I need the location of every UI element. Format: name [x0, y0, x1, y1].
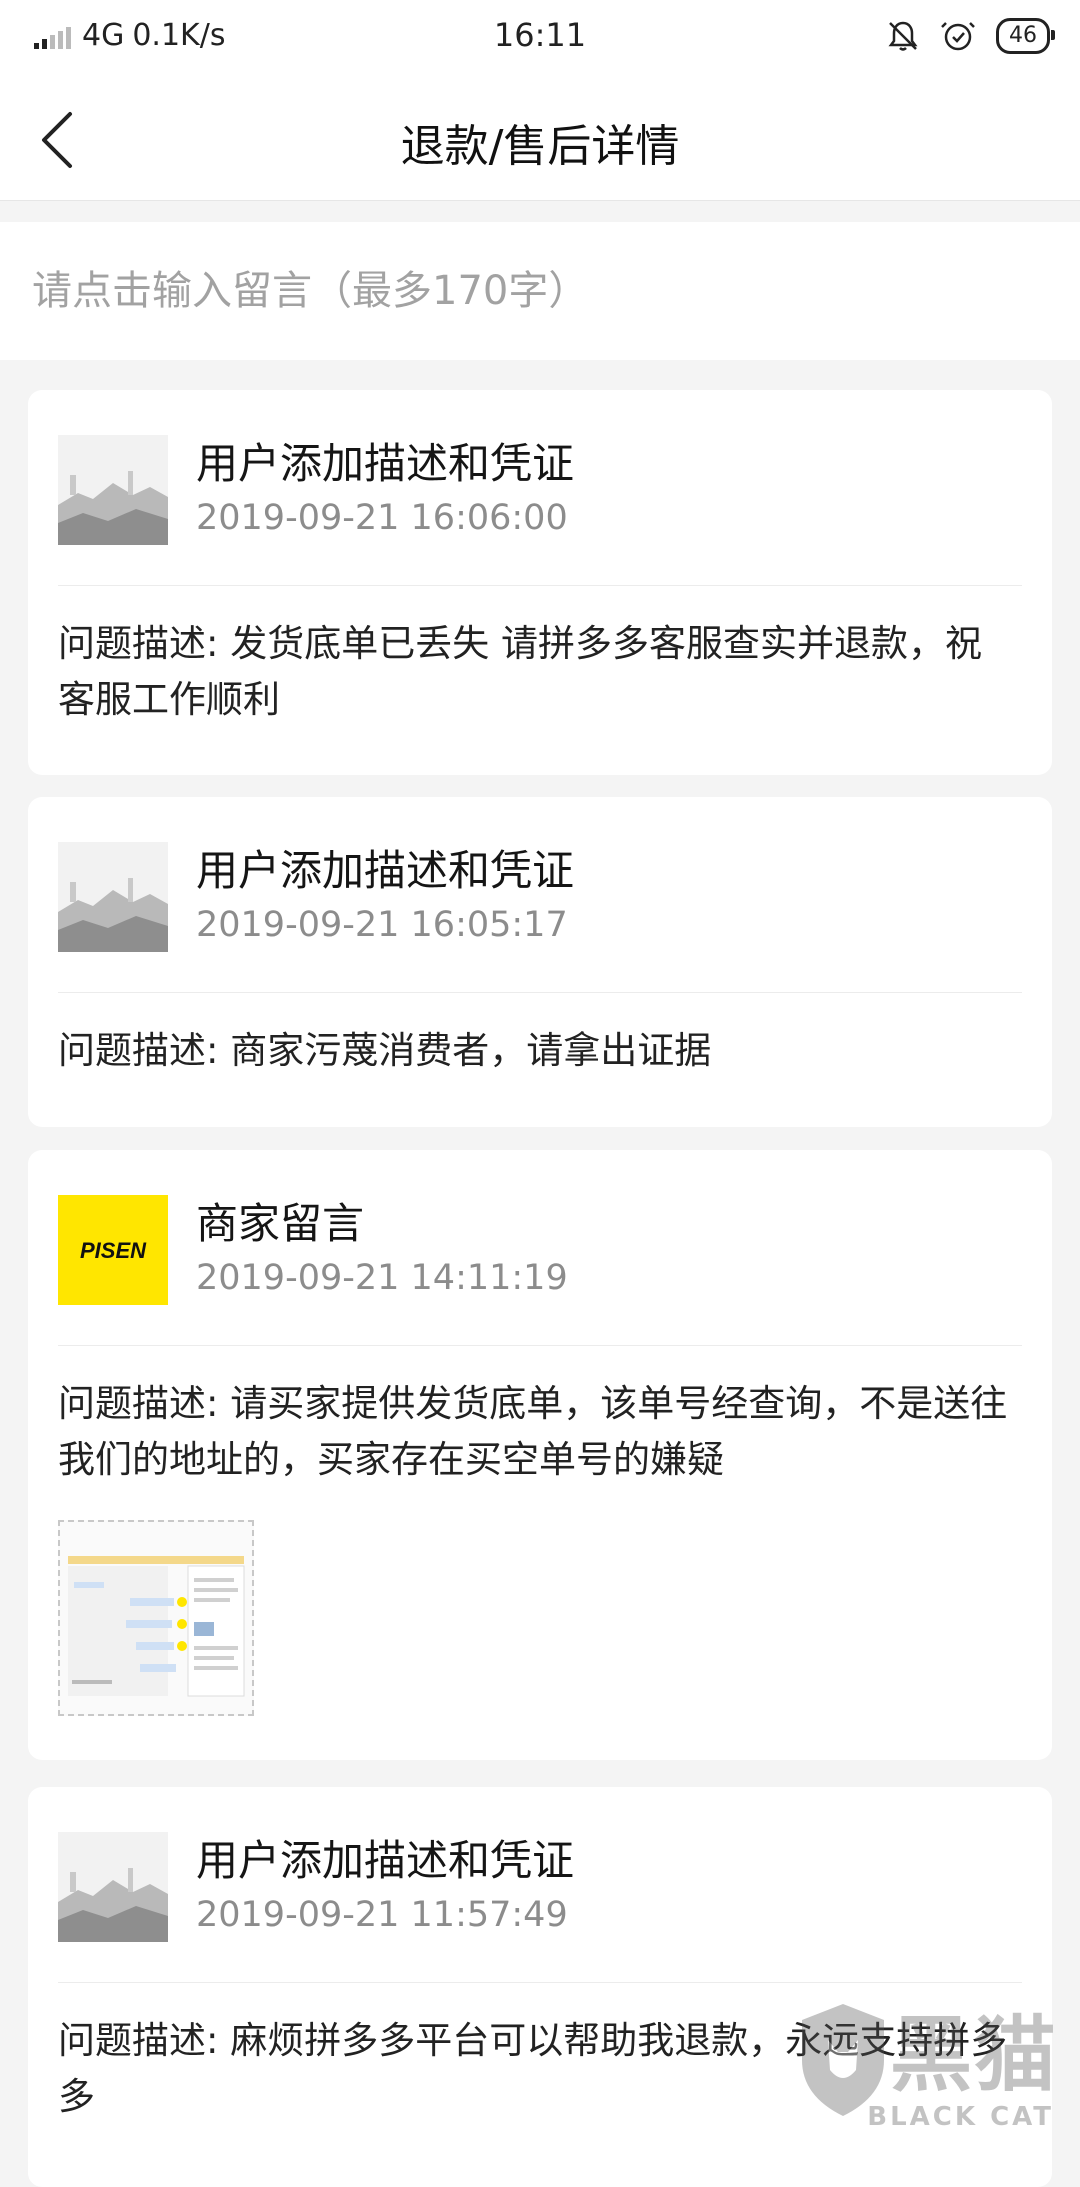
alarm-icon — [941, 22, 975, 51]
merchant-logo: PISEN — [58, 1195, 168, 1305]
watermark-title: 黑猫 — [889, 2008, 1058, 2103]
status-bar: 4G 0.1K/s 16:11 46 — [0, 0, 1080, 80]
divider — [58, 992, 1022, 993]
message-input[interactable] — [30, 258, 1034, 324]
entry-description: 问题描述: 发货底单已丢失 请拼多多客服查实并退款，祝客服工作顺利 — [58, 622, 982, 721]
watermark-subtitle: BLACK CAT — [867, 2102, 1054, 2132]
history-card: 用户添加描述和凭证 2019-09-21 16:05:17 问题描述: 商家污蔑… — [28, 797, 1052, 1127]
bell-muted-icon — [888, 21, 918, 51]
card-header: 用户添加描述和凭证 2019-09-21 16:05:17 — [28, 797, 1052, 992]
card-header: 用户添加描述和凭证 2019-09-21 16:06:00 — [28, 390, 1052, 585]
entry-time: 2019-09-21 14:11:19 — [196, 1258, 568, 1298]
entry-time: 2019-09-21 11:57:49 — [196, 1895, 568, 1935]
user-avatar — [58, 842, 168, 952]
divider — [58, 1345, 1022, 1346]
entry-title: 商家留言 — [196, 1199, 365, 1248]
entry-title: 用户添加描述和凭证 — [196, 846, 575, 895]
entry-time: 2019-09-21 16:05:17 — [196, 905, 568, 945]
card-header: 用户添加描述和凭证 2019-09-21 11:57:49 — [28, 1787, 1052, 1982]
entry-time: 2019-09-21 16:06:00 — [196, 498, 568, 538]
page-title: 退款/售后详情 — [400, 121, 680, 172]
user-avatar — [58, 1832, 168, 1942]
history-card: PISEN 商家留言 2019-09-21 14:11:19 问题描述: 请买家… — [28, 1150, 1052, 1760]
chat-screenshot-image — [68, 1556, 245, 1697]
entry-description: 问题描述: 商家污蔑消费者，请拿出证据 — [58, 1029, 712, 1072]
evidence-image-thumbnail[interactable] — [58, 1520, 254, 1716]
status-right: 46 — [886, 18, 1055, 54]
entry-description: 问题描述: 请买家提供发货底单，该单号经查询，不是送往我们的地址的，买家存在买空… — [58, 1382, 1008, 1481]
history-card: 用户添加描述和凭证 2019-09-21 16:06:00 问题描述: 发货底单… — [28, 390, 1052, 775]
battery-icon: 46 — [996, 18, 1055, 54]
card-header: PISEN 商家留言 2019-09-21 14:11:19 — [28, 1150, 1052, 1345]
user-avatar — [58, 435, 168, 545]
entry-title: 用户添加描述和凭证 — [196, 439, 575, 488]
entry-title: 用户添加描述和凭证 — [196, 1836, 575, 1885]
watermark: 黑猫 BLACK CAT — [798, 1988, 1058, 2138]
divider — [58, 1982, 1022, 1983]
merchant-logo-text: PISEN — [80, 1238, 147, 1263]
divider — [58, 585, 1022, 586]
nav-bar: 退款/售后详情 — [0, 80, 1080, 201]
message-box — [0, 222, 1080, 360]
